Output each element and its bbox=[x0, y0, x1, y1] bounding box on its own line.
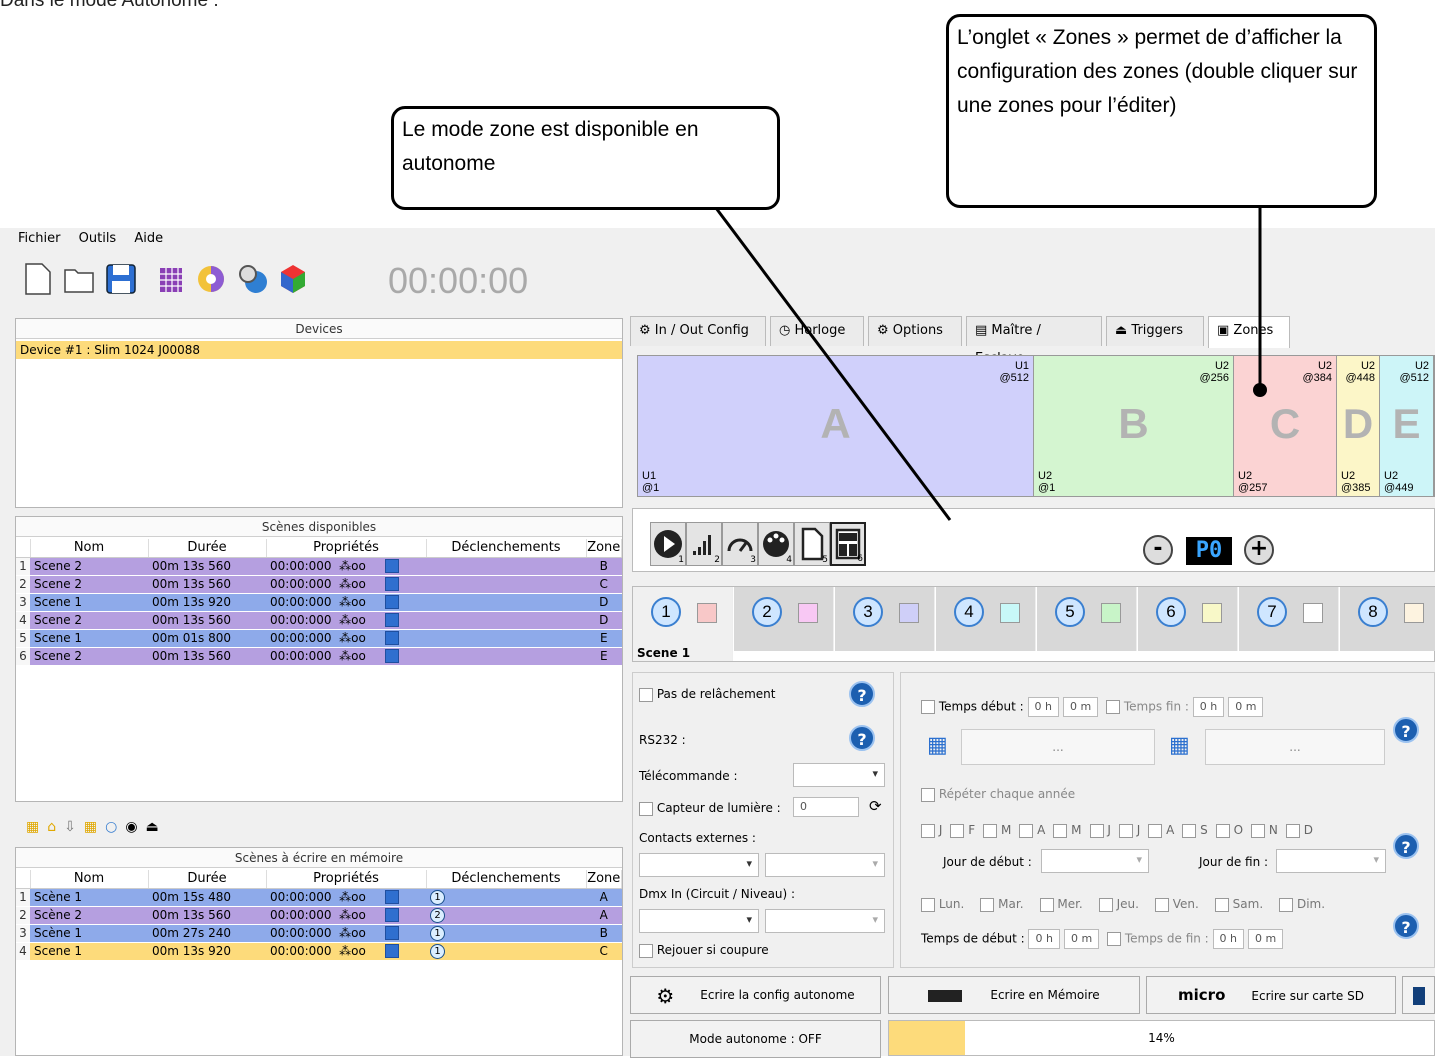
callout-pointers bbox=[714, 207, 1267, 521]
